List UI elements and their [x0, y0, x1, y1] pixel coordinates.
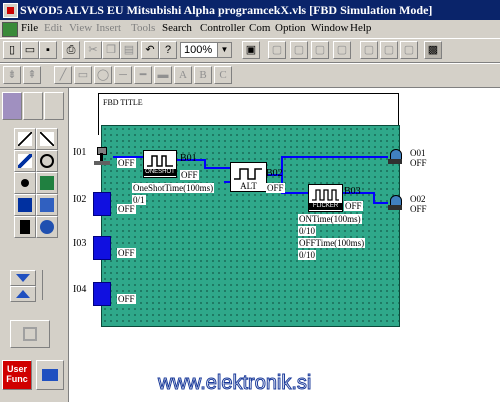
output-label-o02: O02: [410, 194, 426, 204]
input-block-i02[interactable]: [93, 192, 111, 216]
block-value-b01: OFF: [180, 170, 199, 180]
input-block-i04[interactable]: [93, 282, 111, 306]
input-label-i01: I01: [73, 147, 87, 158]
oneshot-label: ONESHOT: [144, 169, 176, 176]
alt-label: ALT: [240, 181, 257, 191]
wire-b02-out: [266, 156, 388, 176]
oneshot-param-value: 0/1: [132, 195, 146, 205]
input-label-i04: I04: [73, 284, 87, 295]
oneshot-waveform-icon: [147, 155, 173, 167]
oneshot-block[interactable]: ONESHOT: [143, 150, 177, 178]
output-label-o01: O01: [410, 148, 426, 158]
input-value-i02: OFF: [117, 204, 136, 214]
switch-icon[interactable]: [92, 147, 112, 167]
input-value-i01: OFF: [117, 158, 136, 168]
output-lamp-icon-o01[interactable]: [388, 149, 402, 165]
flicker-on-time-label: ONTime(100ms): [298, 214, 362, 224]
input-block-i03[interactable]: [93, 236, 111, 260]
flicker-off-time-value: 0/10: [298, 250, 317, 260]
block-id-b02: B02: [266, 168, 283, 179]
input-value-i03: OFF: [117, 248, 136, 258]
flicker-block[interactable]: FLICKER: [308, 184, 343, 212]
flicker-on-time-value: 0/10: [298, 226, 317, 236]
flicker-off-time-label: OFFTime(100ms): [298, 238, 366, 248]
flicker-label: FLICKER: [309, 203, 342, 210]
oneshot-param-label: OneShotTime(100ms): [132, 183, 215, 193]
output-value-o02: OFF: [410, 204, 427, 214]
block-value-b02: OFF: [266, 183, 285, 193]
input-label-i02: I02: [73, 194, 87, 205]
input-value-i04: OFF: [117, 294, 136, 304]
block-id-b03: B03: [344, 186, 361, 197]
block-value-b03: OFF: [344, 201, 363, 211]
output-value-o01: OFF: [410, 158, 427, 168]
flicker-waveform-icon: [312, 189, 339, 201]
alt-block[interactable]: ALT: [230, 162, 267, 192]
input-label-i03: I03: [73, 238, 87, 249]
block-id-b01: B01: [180, 153, 197, 164]
wire-b02-b03: [281, 175, 308, 194]
output-lamp-icon-o02[interactable]: [388, 195, 402, 211]
watermark: www.elektronik.si: [157, 372, 312, 395]
